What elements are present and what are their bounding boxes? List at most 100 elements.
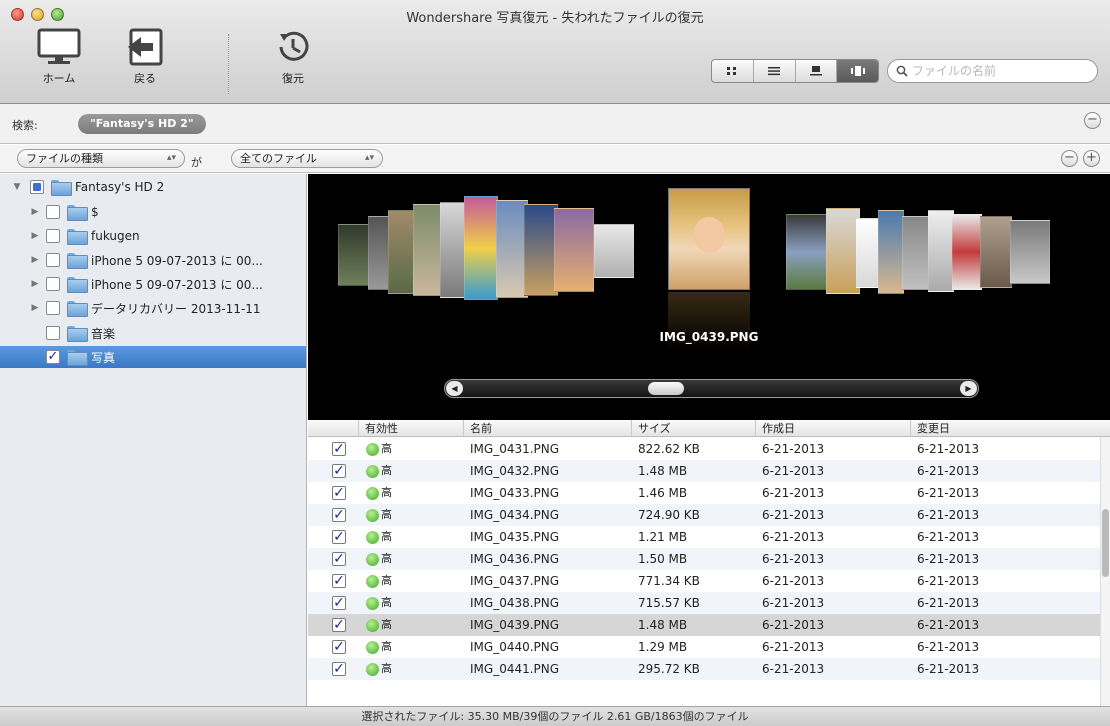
tree-item-checkbox[interactable] xyxy=(46,326,60,340)
coverflow-thumbnail[interactable] xyxy=(928,210,954,292)
tree-root-label: Fantasy's HD 2 xyxy=(75,180,165,194)
green-dot-icon xyxy=(366,487,379,500)
row-checkbox[interactable]: ✓ xyxy=(332,640,346,654)
coverflow-thumbnail[interactable] xyxy=(952,214,982,290)
row-checkbox[interactable]: ✓ xyxy=(332,552,346,566)
coverflow-thumbnail[interactable] xyxy=(1010,220,1050,284)
coverflow-scrollbar[interactable]: ◀ ▶ xyxy=(444,379,979,398)
coverflow-thumbnail[interactable] xyxy=(878,210,904,294)
coverflow-preview[interactable]: IMG_0439.PNG ◀ ▶ xyxy=(308,174,1110,420)
table-row[interactable]: ✓ 高 IMG_0432.PNG 1.48 MB 6-21-2013 6-21-… xyxy=(308,460,1100,482)
file-type-popup[interactable]: ファイルの種類 ▴▾ xyxy=(17,149,185,168)
disclosure-closed-icon[interactable]: ▶ xyxy=(30,231,40,241)
coverflow-view-button[interactable] xyxy=(837,60,878,82)
tree-item[interactable]: ▶ $ xyxy=(0,201,306,223)
coverflow-thumbnail[interactable] xyxy=(856,218,880,288)
tree-item-label: データリカバリー 2013-11-11 xyxy=(91,301,261,316)
search-box[interactable] xyxy=(887,59,1098,83)
coverflow-thumbnail[interactable] xyxy=(786,214,830,290)
row-checkbox[interactable]: ✓ xyxy=(332,508,346,522)
tree-item[interactable]: ▶ iPhone 5 09-07-2013 に 00... xyxy=(0,249,306,271)
coverflow-selected-photo[interactable] xyxy=(668,188,750,290)
disclosure-closed-icon[interactable]: ▶ xyxy=(30,255,40,265)
tree-item[interactable]: ▶ データリカバリー 2013-11-11 xyxy=(0,297,306,319)
table-row[interactable]: ✓ 高 IMG_0431.PNG 822.62 KB 6-21-2013 6-2… xyxy=(308,438,1100,460)
restore-button[interactable]: 復元 xyxy=(258,28,328,98)
tree-item[interactable]: 音楽 xyxy=(0,322,306,344)
remove-filter-button[interactable]: − xyxy=(1061,150,1078,167)
search-input[interactable] xyxy=(912,64,1082,78)
cell-modified: 6-21-2013 xyxy=(917,486,980,500)
coverflow-thumbnail[interactable] xyxy=(464,196,498,300)
tree-root[interactable]: ▼ Fantasy's HD 2 xyxy=(0,176,306,198)
popup-arrows-icon: ▴▾ xyxy=(166,153,176,163)
cell-name: IMG_0433.PNG xyxy=(470,486,560,500)
table-scrollbar[interactable] xyxy=(1100,437,1110,706)
add-filter-button[interactable]: + xyxy=(1083,150,1100,167)
tree-item-checkbox[interactable] xyxy=(46,301,60,315)
column-header-validity[interactable]: 有効性 xyxy=(358,420,463,437)
back-button[interactable]: 戻る xyxy=(110,28,180,98)
scroll-right-arrow-icon[interactable]: ▶ xyxy=(960,381,977,396)
table-row-highlighted[interactable]: ✓ 高 IMG_0439.PNG 1.48 MB 6-21-2013 6-21-… xyxy=(308,614,1100,636)
coverflow-thumbnail[interactable] xyxy=(826,208,860,294)
row-checkbox[interactable]: ✓ xyxy=(332,596,346,610)
home-label: ホーム xyxy=(42,72,76,85)
disclosure-closed-icon[interactable]: ▶ xyxy=(30,207,40,217)
disclosure-open-icon[interactable]: ▼ xyxy=(12,182,22,192)
column-header-modified[interactable]: 変更日 xyxy=(910,420,1065,437)
row-checkbox[interactable]: ✓ xyxy=(332,574,346,588)
table-row[interactable]: ✓ 高 IMG_0441.PNG 295.72 KB 6-21-2013 6-2… xyxy=(308,658,1100,680)
status-bar: 選択されたファイル: 35.30 MB/39個のファイル 2.61 GB/186… xyxy=(0,706,1110,726)
row-checkbox[interactable]: ✓ xyxy=(332,464,346,478)
row-checkbox[interactable]: ✓ xyxy=(332,530,346,544)
column-header-created[interactable]: 作成日 xyxy=(755,420,910,437)
cell-modified: 6-21-2013 xyxy=(917,574,980,588)
tree-item-checkbox[interactable] xyxy=(46,253,60,267)
coverflow-scroll-thumb[interactable] xyxy=(648,382,684,395)
file-scope-popup-label: 全てのファイル xyxy=(240,152,317,165)
column-header-name[interactable]: 名前 xyxy=(463,420,631,437)
scroll-left-arrow-icon[interactable]: ◀ xyxy=(446,381,463,396)
table-row[interactable]: ✓ 高 IMG_0434.PNG 724.90 KB 6-21-2013 6-2… xyxy=(308,504,1100,526)
tree-root-checkbox[interactable] xyxy=(30,180,44,194)
list-view-button[interactable] xyxy=(754,60,796,82)
grid-view-button[interactable] xyxy=(712,60,754,82)
table-row[interactable]: ✓ 高 IMG_0440.PNG 1.29 MB 6-21-2013 6-21-… xyxy=(308,636,1100,658)
tree-item-checkbox-checked[interactable]: ✓ xyxy=(46,350,60,364)
coverflow-thumbnail[interactable] xyxy=(554,208,594,292)
coverflow-thumbnail[interactable] xyxy=(524,204,558,296)
tree-item-checkbox[interactable] xyxy=(46,205,60,219)
disclosure-closed-icon[interactable]: ▶ xyxy=(30,279,40,289)
column-header-size[interactable]: サイズ xyxy=(631,420,755,437)
tree-item-checkbox[interactable] xyxy=(46,229,60,243)
tree-item-checkbox[interactable] xyxy=(46,277,60,291)
file-scope-popup[interactable]: 全てのファイル ▴▾ xyxy=(231,149,383,168)
list-view-icon xyxy=(768,67,781,76)
coverflow-thumbnail[interactable] xyxy=(902,216,930,290)
remove-search-button[interactable]: − xyxy=(1084,112,1101,129)
disclosure-closed-icon[interactable]: ▶ xyxy=(30,303,40,313)
row-checkbox[interactable]: ✓ xyxy=(332,486,346,500)
tree-item[interactable]: ▶ fukugen xyxy=(0,225,306,247)
coverflow-thumbnail[interactable] xyxy=(980,216,1012,288)
row-checkbox[interactable]: ✓ xyxy=(332,442,346,456)
filter-row: ファイルの種類 ▴▾ が 全てのファイル ▴▾ xyxy=(0,145,1110,173)
table-row[interactable]: ✓ 高 IMG_0436.PNG 1.50 MB 6-21-2013 6-21-… xyxy=(308,548,1100,570)
table-row[interactable]: ✓ 高 IMG_0433.PNG 1.46 MB 6-21-2013 6-21-… xyxy=(308,482,1100,504)
tree-item[interactable]: ▶ iPhone 5 09-07-2013 に 00... xyxy=(0,273,306,295)
search-token[interactable]: "Fantasy's HD 2" xyxy=(78,114,206,134)
row-checkbox[interactable]: ✓ xyxy=(332,618,346,632)
row-checkbox[interactable]: ✓ xyxy=(332,662,346,676)
table-row[interactable]: ✓ 高 IMG_0438.PNG 715.57 KB 6-21-2013 6-2… xyxy=(308,592,1100,614)
table-scroll-thumb[interactable] xyxy=(1102,509,1109,577)
table-row[interactable]: ✓ 高 IMG_0437.PNG 771.34 KB 6-21-2013 6-2… xyxy=(308,570,1100,592)
coverflow-thumbnail[interactable] xyxy=(594,224,634,278)
home-button[interactable]: ホーム xyxy=(24,28,94,98)
cell-validity: 高 xyxy=(381,464,392,477)
table-row[interactable]: ✓ 高 IMG_0435.PNG 1.21 MB 6-21-2013 6-21-… xyxy=(308,526,1100,548)
folder-icon xyxy=(67,350,88,366)
tree-item-selected[interactable]: ✓ 写真 xyxy=(0,346,306,368)
single-view-button[interactable] xyxy=(796,60,838,82)
cell-size: 1.29 MB xyxy=(638,640,688,654)
